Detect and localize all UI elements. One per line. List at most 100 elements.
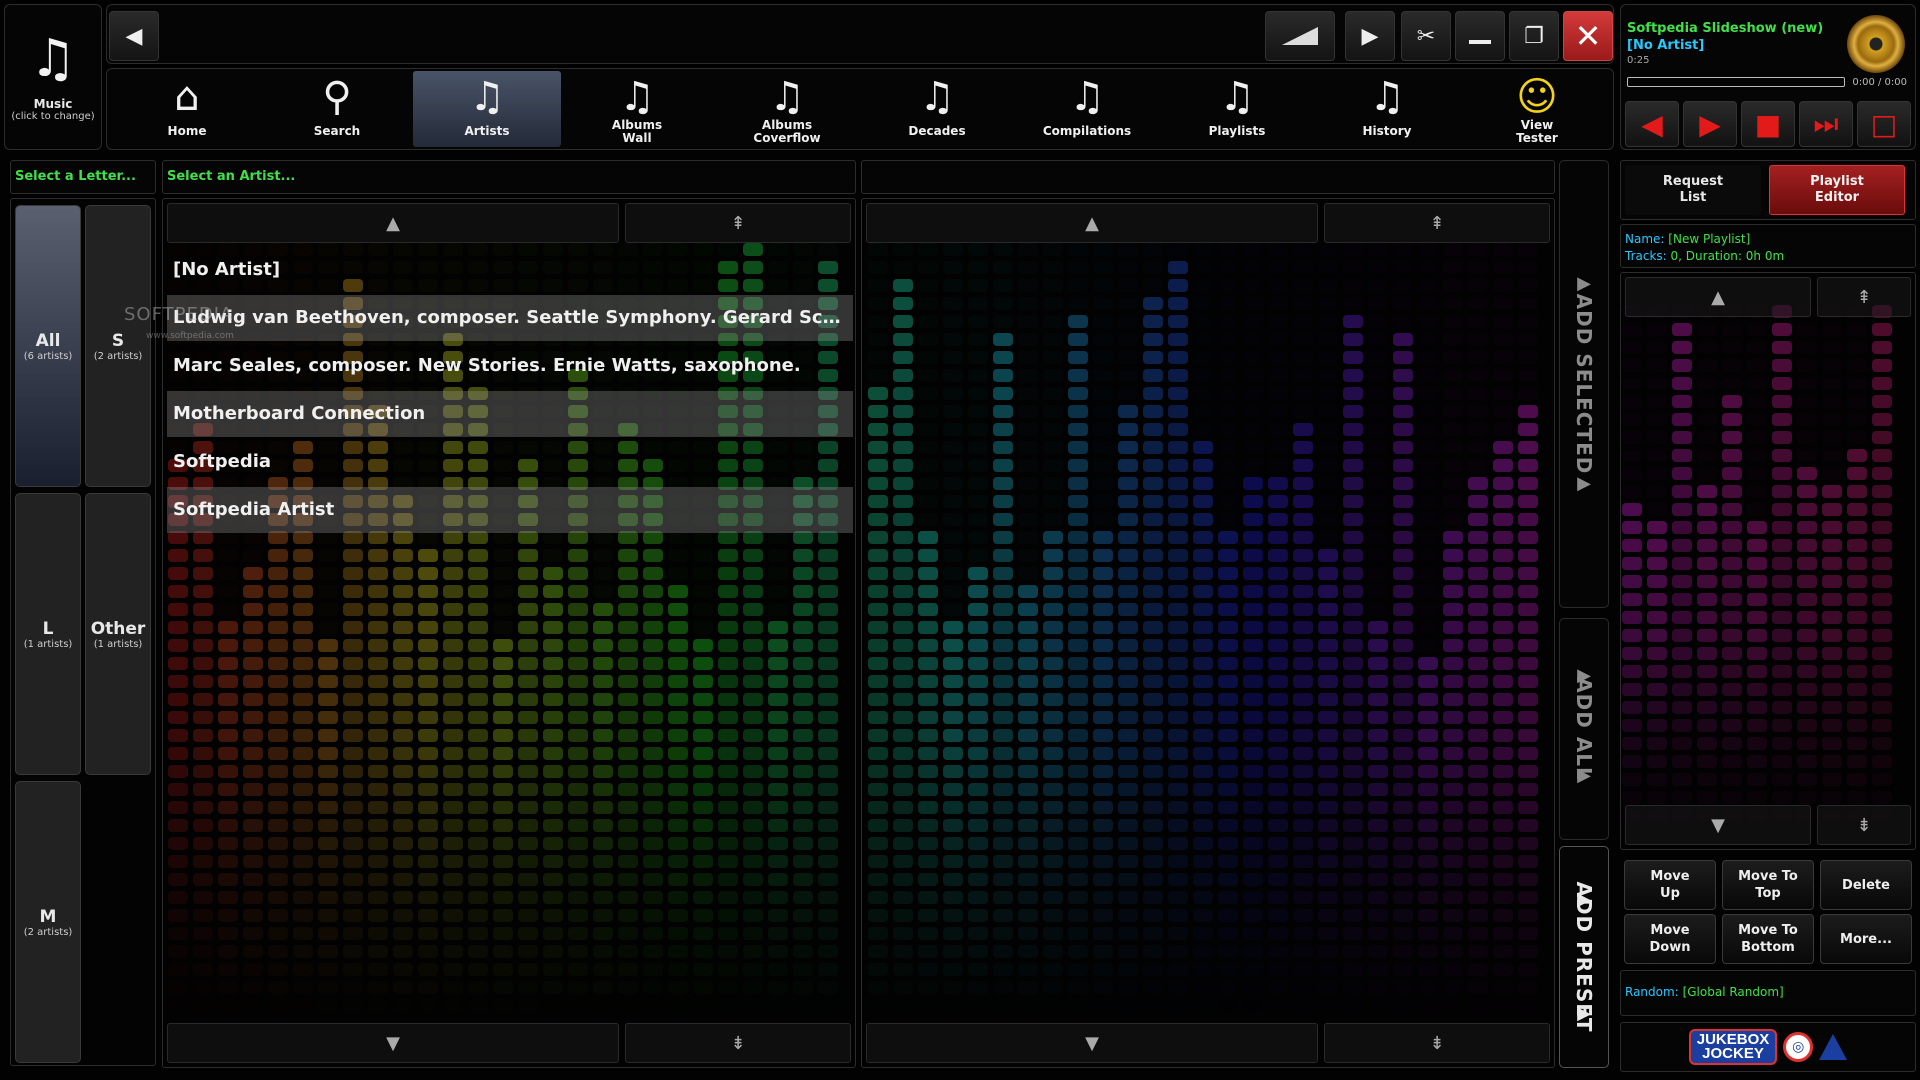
stop-button[interactable]: ■ [1741, 101, 1795, 147]
nav-label: Search [313, 124, 361, 138]
playlist-scroll-up-button[interactable]: ▲ [1625, 277, 1811, 317]
letter-tile-label: Other [90, 618, 146, 639]
nav-search[interactable]: ⚲ Search [263, 71, 411, 147]
nav-albums-wall[interactable]: ♫ Albums Wall [563, 71, 711, 147]
music-source-button[interactable]: ♫ Music (click to change) [4, 4, 102, 150]
arrow-up-icon: ▲ [1711, 286, 1725, 308]
letter-tile-count: (2 artists) [23, 926, 73, 938]
progress-bar[interactable] [1627, 77, 1845, 87]
more-button[interactable]: More... [1820, 914, 1912, 964]
letter-tile-other[interactable]: Other (1 artists) [85, 493, 151, 775]
letter-tile-s[interactable]: S (2 artists) [85, 205, 151, 487]
nav-artists[interactable]: ♫ Artists [413, 71, 561, 147]
nav-albums-coverflow[interactable]: ♫ Albums Coverflow [713, 71, 861, 147]
jukebox-jockey-logo: JUKEBOX JOCKEY ◎ [1620, 1022, 1916, 1072]
artist-scroll-down-button[interactable]: ▼ [167, 1023, 619, 1063]
artist-scroll-top-button[interactable]: ⇞ [625, 203, 851, 243]
artist-list-item[interactable]: Softpedia [167, 439, 853, 485]
nav-history[interactable]: ♫ History [1313, 71, 1461, 147]
arrow-top-icon: ⇞ [1856, 286, 1872, 308]
close-icon: ✕ [1574, 17, 1602, 55]
next-button[interactable]: ⏭ [1799, 101, 1853, 147]
nav-view-tester[interactable]: ☺ View Tester [1463, 71, 1611, 147]
home-icon: ⌂ [174, 74, 200, 120]
letter-tile-l[interactable]: L (1 artists) [15, 493, 81, 775]
album-scroll-bottom-button[interactable]: ⇟ [1324, 1023, 1550, 1063]
close-button[interactable]: ✕ [1563, 11, 1613, 61]
artist-list-panel: ▲ ⇞ [No Artist] Ludwig van Beethoven, com… [162, 198, 856, 1068]
volume-button[interactable] [1265, 11, 1335, 61]
forward-arrow-icon: ▶ [1361, 23, 1379, 49]
move-up-button[interactable]: Move Up [1624, 860, 1716, 910]
editor-tabs: Request List Playlist Editor [1620, 160, 1916, 220]
letter-tile-label: All [35, 330, 61, 351]
nav-playlists[interactable]: ♫ Playlists [1163, 71, 1311, 147]
album-scroll-down-button[interactable]: ▼ [866, 1023, 1318, 1063]
artist-list-item[interactable]: Ludwig van Beethoven, composer. Seattle … [167, 295, 853, 341]
artist-scroll-bottom-button[interactable]: ⇟ [625, 1023, 851, 1063]
add-all-button[interactable]: ▶ ADD ALL ▶ [1559, 618, 1609, 840]
arrow-up-icon: ▲ [1085, 212, 1099, 234]
watermark: SOFTPEDIA [124, 304, 234, 325]
arrow-right-icon: ▶ [1577, 765, 1591, 786]
now-playing-panel: Softpedia Slideshow (new) [No Artist] 0:… [1620, 4, 1916, 150]
album-scroll-up-button[interactable]: ▲ [866, 203, 1318, 243]
random-label: Random: [1625, 985, 1679, 999]
now-playing-artist: [No Artist] [1627, 38, 1705, 53]
top-toolbar: ◀ ▶ ✂ ❐ ✕ [106, 4, 1614, 64]
add-selected-button[interactable]: ▶ ADD SELECTED ▶ [1559, 160, 1609, 608]
jukebox-app: ♫ Music (click to change) ◀ ▶ ✂ ❐ ✕ ⌂ Hom… [0, 0, 1920, 1080]
artist-scroll-up-button[interactable]: ▲ [167, 203, 619, 243]
forward-button[interactable]: ▶ [1345, 11, 1395, 61]
move-to-bottom-button[interactable]: Move To Bottom [1722, 914, 1814, 964]
nav-compilations[interactable]: ♫ Compilations [1013, 71, 1161, 147]
album-list-panel: ▲ ⇞ ▼ ⇟ [861, 198, 1555, 1068]
music-note-icon: ♫ [769, 74, 805, 120]
stop-icon: ■ [1754, 107, 1782, 141]
move-down-button[interactable]: Move Down [1624, 914, 1716, 964]
playlist-scroll-down-button[interactable]: ▼ [1625, 805, 1811, 845]
add-preset-button[interactable]: ▶ ADD PRESET ▶ [1559, 846, 1609, 1068]
artist-list-item[interactable]: [No Artist] [167, 247, 853, 293]
playlist-scroll-bottom-button[interactable]: ⇟ [1817, 805, 1911, 845]
previous-button[interactable]: ◀ [1625, 101, 1679, 147]
nav-home[interactable]: ⌂ Home [113, 71, 261, 147]
artist-list-item[interactable]: Marc Seales, composer. New Stories. Erni… [167, 343, 853, 389]
stop-after-button[interactable]: □ [1857, 101, 1911, 147]
play-button[interactable]: ▶ [1683, 101, 1737, 147]
logo-disc-icon: ◎ [1783, 1032, 1814, 1062]
random-setting[interactable]: Random: [Global Random] [1620, 970, 1916, 1016]
arrow-bottom-icon: ⇟ [730, 1032, 746, 1054]
arrow-bottom-icon: ⇟ [1856, 814, 1872, 836]
restore-button[interactable]: ❐ [1509, 11, 1559, 61]
nav-decades[interactable]: ♫ Decades [863, 71, 1011, 147]
arrow-down-icon: ▼ [1711, 814, 1725, 836]
nav-label: Compilations [1042, 124, 1132, 138]
album-scroll-top-button[interactable]: ⇞ [1324, 203, 1550, 243]
letter-tile-all[interactable]: All (6 artists) [15, 205, 81, 487]
letter-tile-label: S [111, 330, 125, 351]
delete-button[interactable]: Delete [1820, 860, 1912, 910]
playlist-scroll-top-button[interactable]: ⇞ [1817, 277, 1911, 317]
view-tester-icon: ☺ [1516, 74, 1558, 120]
artist-list-item[interactable]: Motherboard Connection [167, 391, 853, 437]
letter-tile-m[interactable]: M (2 artists) [15, 781, 81, 1063]
tab-playlist-editor[interactable]: Playlist Editor [1769, 165, 1905, 215]
artist-list-item[interactable]: Softpedia Artist [167, 487, 853, 533]
music-note-icon: ♫ [619, 74, 655, 120]
back-button[interactable]: ◀ [109, 11, 159, 61]
arrow-top-icon: ⇞ [730, 212, 746, 234]
previous-icon: ◀ [1641, 107, 1663, 141]
settings-button[interactable]: ✂ [1401, 11, 1451, 61]
music-note-icon: ♫ [1369, 74, 1405, 120]
tab-request-list[interactable]: Request List [1625, 165, 1761, 215]
move-to-top-button[interactable]: Move To Top [1722, 860, 1814, 910]
music-note-icon: ♫ [1069, 74, 1105, 120]
play-icon: ▶ [1699, 107, 1721, 141]
playlist-track-list: ▲ ⇞ ▼ ⇟ [1620, 272, 1916, 850]
nav-label: Playlists [1208, 124, 1266, 138]
nav-label: Artists [464, 124, 510, 138]
music-source-label: Music [33, 97, 73, 111]
logo-triangle-icon [1819, 1034, 1848, 1060]
minimize-button[interactable] [1455, 11, 1505, 61]
